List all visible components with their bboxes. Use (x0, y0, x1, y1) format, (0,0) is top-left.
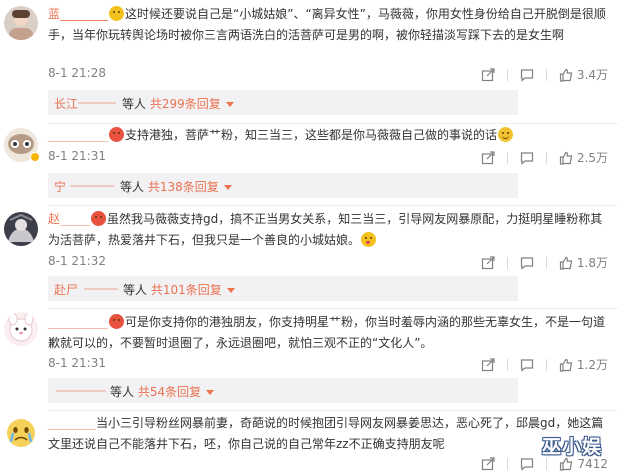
like-button[interactable]: 2.5万 (559, 149, 608, 166)
reply-username[interactable]: 宁 (54, 178, 66, 195)
like-button[interactable]: 3.4万 (559, 66, 608, 83)
like-count: 7412 (577, 457, 608, 471)
avatar[interactable] (4, 6, 38, 40)
comment-icon[interactable] (520, 358, 534, 372)
comment-time: 8-1 21:31 (48, 356, 106, 370)
reply-username[interactable]: 长江 (54, 95, 78, 112)
comment-time: 8-1 21:31 (48, 149, 106, 163)
comment-text: 虽然我马薇薇支持gd，搞不正当男女关系，知三当三，引导网友网暴原配，力挺明星睡粉… (48, 212, 603, 247)
like-button[interactable]: 7412 (559, 457, 608, 471)
share-icon[interactable] (481, 150, 495, 165)
comment-meta: 8-1 21:32 1.8万 (48, 254, 608, 272)
comment-icon[interactable] (520, 256, 534, 270)
reply-username[interactable]: 赴尸 (54, 281, 78, 298)
comment-icon[interactable] (520, 151, 534, 165)
share-icon[interactable] (481, 457, 496, 471)
like-icon (559, 457, 573, 471)
reply-count[interactable]: 共54条回复 (138, 385, 201, 399)
dropdown-caret-icon[interactable] (223, 185, 232, 190)
reply-suffix: 等人 (123, 283, 148, 297)
emoji-icon (361, 232, 377, 247)
dropdown-caret-icon[interactable] (225, 102, 234, 107)
comment-body: ________当小三引导粉丝网暴前妻，奇葩说的时候抱团引导网友网暴姜思达，恶心… (48, 416, 604, 451)
share-icon[interactable] (481, 255, 495, 270)
comment-icon[interactable] (520, 457, 534, 471)
avatar[interactable] (4, 212, 38, 246)
share-icon[interactable] (481, 67, 495, 82)
comment-meta: 8-1 21:31 2.5万 (48, 149, 608, 167)
dropdown-caret-icon[interactable] (226, 288, 235, 293)
share-icon[interactable] (481, 357, 495, 372)
comment-body: __________ 可是你支持你的港独朋友，你支持明星艹粉，你当时羞辱内涵的那些… (48, 314, 606, 350)
like-count: 3.4万 (576, 68, 608, 82)
emoji-icon (109, 314, 124, 329)
emoji-icon (498, 127, 514, 142)
reply-count[interactable]: 共101条回复 (151, 283, 222, 297)
comment-text: 这时候还要说自己是“小城姑娘”、“离异女性”，马薇薇，你用女性身份给自己开脱倒是… (48, 7, 606, 42)
avatar[interactable] (4, 312, 38, 346)
like-count: 2.5万 (576, 151, 608, 165)
like-button[interactable]: 1.2万 (559, 356, 608, 373)
watermark: 巫小娱 (541, 436, 602, 458)
reply-summary[interactable]: 赴尸 等人 共101条回复 (48, 276, 518, 301)
like-button[interactable]: 1.8万 (559, 254, 608, 271)
comment-meta: 7412 (48, 457, 608, 473)
comment-text: 支持港独，菩萨艹粉，知三当三，这些都是你马薇薇自己做的事说的话 (125, 128, 498, 142)
username[interactable]: 蓝 (48, 7, 60, 21)
emoji-icon (91, 211, 107, 226)
comment-body: 赵_____ 虽然我马薇薇支持gd，搞不正当男女关系，知三当三，引导网友网暴原配，… (48, 211, 603, 247)
reply-suffix: 等人 (120, 180, 145, 194)
reply-summary[interactable]: 长江 等人 共299条回复 (48, 90, 518, 115)
like-icon (559, 68, 573, 82)
emoji-icon (109, 127, 124, 142)
comment-time: 8-1 21:32 (48, 254, 106, 268)
comment-meta: 8-1 21:28 3.4万 (48, 66, 608, 84)
comment-icon[interactable] (520, 68, 534, 82)
reply-summary[interactable]: 等人 共54条回复 (48, 378, 518, 403)
reply-count[interactable]: 共138条回复 (148, 180, 219, 194)
verified-badge (30, 152, 40, 162)
like-icon (559, 358, 573, 372)
reply-suffix: 等人 (110, 385, 135, 399)
reply-count[interactable]: 共299条回复 (150, 97, 221, 111)
like-icon (559, 256, 573, 270)
username[interactable]: 赵 (48, 212, 60, 226)
comment-body: 蓝________ 这时候还要说自己是“小城姑娘”、“离异女性”，马薇薇，你用女性… (48, 6, 606, 42)
dropdown-caret-icon[interactable] (206, 390, 215, 395)
comment-text: 可是你支持你的港独朋友，你支持明星艹粉，你当时羞辱内涵的那些无辜女生，不是一句道… (48, 315, 606, 350)
like-count: 1.2万 (576, 358, 608, 372)
comment-text: 当小三引导粉丝网暴前妻，奇葩说的时候抱团引导网友网暴姜思达，恶心死了，邱晨gd，… (48, 416, 604, 451)
reply-suffix: 等人 (122, 97, 147, 111)
emoji-icon (109, 6, 125, 21)
like-count: 1.8万 (576, 256, 608, 270)
comment-time: 8-1 21:28 (48, 66, 106, 80)
like-icon (559, 151, 573, 165)
avatar[interactable] (4, 416, 38, 450)
reply-summary[interactable]: 宁 等人 共138条回复 (48, 173, 518, 198)
comment-meta: 8-1 21:31 1.2万 (48, 356, 608, 374)
comment-body: __________ 支持港独，菩萨艹粉，知三当三，这些都是你马薇薇自己做的事说的… (48, 125, 608, 146)
